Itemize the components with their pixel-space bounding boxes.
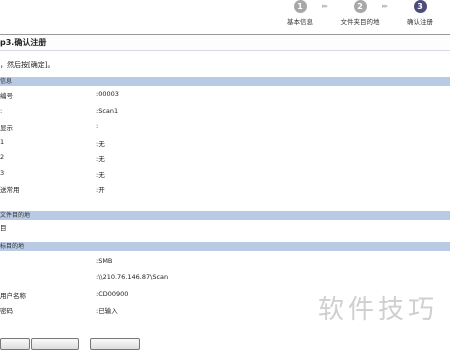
table-row: : :Scan1: [0, 107, 450, 121]
step-confirm-register: 3 确认注册: [390, 0, 450, 26]
field-label: 送常用: [0, 186, 20, 194]
field-value: :Scan1: [96, 107, 119, 115]
field-value: :无: [96, 155, 105, 163]
action-button-2[interactable]: [31, 338, 79, 350]
field-value: :00003: [96, 90, 119, 98]
field-value: :无: [96, 171, 105, 179]
step-number: 3: [413, 0, 427, 13]
field-label: 1: [0, 138, 5, 146]
action-button-1[interactable]: [0, 338, 30, 350]
step-arrow-icon: ▸▸: [382, 2, 388, 10]
section-header-folder-destination: 文件目的地: [0, 211, 450, 220]
field-value: :已输入: [96, 307, 118, 315]
wizard-steps: 1 基本信息 ▸▸ 2 文件夹目的地 ▸▸ 3 确认注册: [0, 0, 450, 30]
table-row: 显示 :: [0, 122, 450, 136]
field-label: 2: [0, 153, 5, 161]
table-row: 编号 :00003: [0, 90, 450, 104]
field-value: :无: [96, 140, 105, 148]
field-value: :CD00900: [96, 290, 129, 298]
watermark-text: 软件技巧: [318, 295, 439, 325]
step-number: 2: [353, 0, 367, 13]
table-row: :SMB: [0, 257, 450, 271]
instruction-text: ，然后按[确定]。: [0, 61, 55, 69]
action-button-3[interactable]: [90, 338, 140, 350]
field-label: 编号: [0, 92, 13, 100]
step-label: 基本信息: [287, 18, 313, 26]
field-value: :开: [96, 186, 105, 194]
step-folder-destination: 2 文件夹目的地: [330, 0, 390, 26]
section-header-target: 标目的地: [0, 242, 450, 251]
table-row: 1 :无: [0, 138, 450, 152]
step-basic-info: 1 基本信息: [270, 0, 330, 26]
field-label: 目: [0, 224, 7, 232]
field-label: 密码: [0, 307, 13, 315]
table-row: 目: [0, 222, 450, 236]
table-row: 送常用 :开: [0, 184, 450, 198]
step-arrow-icon: ▸▸: [322, 2, 328, 10]
field-value: :\\210.76.146.87\Scan: [96, 273, 169, 281]
section-header-basic: 信息: [0, 77, 450, 86]
field-label: :: [0, 107, 3, 115]
step-label: 确认注册: [407, 18, 433, 26]
field-label: 显示: [0, 124, 13, 132]
field-label: 3: [0, 169, 5, 177]
field-value: :SMB: [96, 257, 113, 265]
page-title: p3.确认注册: [0, 34, 450, 51]
step-label: 文件夹目的地: [340, 18, 380, 26]
table-row: 2 :无: [0, 153, 450, 167]
field-value: :: [96, 122, 99, 130]
step-number: 1: [293, 0, 307, 13]
table-row: 3 :无: [0, 169, 450, 183]
field-label: 用户名称: [0, 292, 26, 300]
